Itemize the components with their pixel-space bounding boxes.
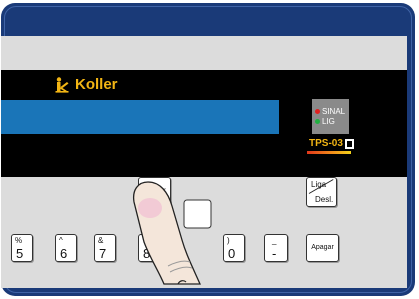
- key-7-top: &: [98, 236, 104, 245]
- key-0[interactable]: ) 0: [223, 234, 245, 262]
- key-minus-top: _: [272, 236, 277, 245]
- brand-name: Koller: [75, 76, 118, 93]
- model-label: TPS-03: [309, 138, 343, 149]
- green-led-icon: [315, 119, 320, 124]
- lcd-screen: [1, 100, 279, 134]
- pointing-hand-icon: [132, 181, 212, 285]
- key-0-top: ): [227, 236, 230, 245]
- key-minus-main: -: [272, 246, 277, 261]
- brand-logo: Koller: [55, 76, 118, 93]
- apagar-label: Apagar: [311, 244, 334, 251]
- status-indicators: SINAL LIG: [312, 99, 349, 134]
- apagar-button[interactable]: Apagar: [306, 234, 339, 262]
- key-5-main: 5: [16, 246, 24, 261]
- indicator-sinal: SINAL: [315, 107, 345, 116]
- indicator-sinal-label: SINAL: [322, 107, 346, 116]
- model-underline: [307, 151, 351, 154]
- key-6-main: 6: [60, 246, 68, 261]
- indicator-lig-label: LIG: [322, 117, 335, 126]
- red-led-icon: [315, 109, 320, 114]
- liga-desl-button[interactable]: Liga Desl.: [306, 177, 337, 207]
- key-minus[interactable]: _ -: [264, 234, 288, 262]
- koller-logo-icon: [55, 76, 69, 93]
- key-7[interactable]: & 7: [94, 234, 116, 262]
- key-5-top: %: [15, 236, 23, 245]
- desl-label: Desl.: [315, 195, 334, 204]
- model-square-icon: [345, 139, 354, 149]
- key-6[interactable]: ^ 6: [55, 234, 77, 262]
- key-0-main: 0: [228, 246, 236, 261]
- key-7-main: 7: [99, 246, 107, 261]
- indicator-lig: LIG: [315, 117, 335, 126]
- key-6-top: ^: [59, 236, 63, 245]
- key-5[interactable]: % 5: [11, 234, 33, 262]
